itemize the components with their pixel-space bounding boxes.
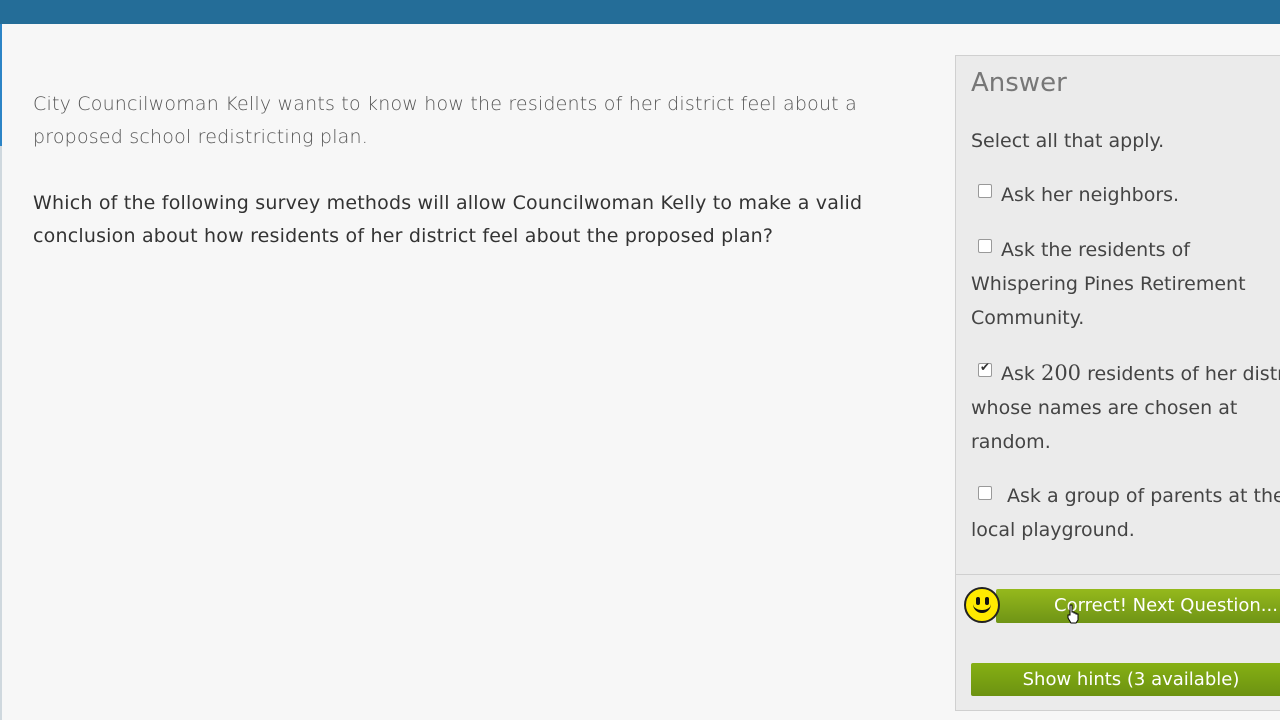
panel-divider xyxy=(956,574,1280,575)
option-1-label: Ask her neighbors. xyxy=(1001,184,1180,206)
answer-instruction: Select all that apply. xyxy=(971,130,1165,152)
option-1[interactable]: Ask her neighbors. xyxy=(971,178,1280,212)
option-3[interactable]: Ask 200 residents of her district whose … xyxy=(971,356,1280,459)
option-3-number: 200 xyxy=(1040,361,1082,385)
option-2[interactable]: Ask the residents of Whispering Pines Re… xyxy=(971,233,1280,335)
answer-panel: Answer Select all that apply. Ask her ne… xyxy=(955,55,1280,711)
problem-statement: City Councilwoman Kelly wants to know ho… xyxy=(33,88,893,253)
answer-title: Answer xyxy=(971,68,1067,98)
left-edge-accent xyxy=(0,24,2,146)
top-bar xyxy=(0,0,1280,24)
show-hints-label: Show hints (3 available) xyxy=(1022,669,1240,690)
next-question-button[interactable]: Correct! Next Question... xyxy=(996,589,1280,623)
option-4[interactable]: Ask a group of parents at the local play… xyxy=(971,479,1280,547)
problem-question: Which of the following survey methods wi… xyxy=(33,192,863,247)
show-hints-button[interactable]: Show hints (3 available) xyxy=(971,663,1280,696)
option-4-label: Ask a group of parents at the local play… xyxy=(971,485,1280,541)
next-question-label: Correct! Next Question... xyxy=(1054,595,1278,616)
hand-cursor-icon xyxy=(1067,604,1079,624)
smiley-icon xyxy=(964,587,1000,623)
problem-intro: City Councilwoman Kelly wants to know ho… xyxy=(33,93,857,148)
option-2-label: Ask the residents of Whispering Pines Re… xyxy=(971,239,1246,329)
option-3-label-prefix: Ask xyxy=(1001,363,1035,385)
